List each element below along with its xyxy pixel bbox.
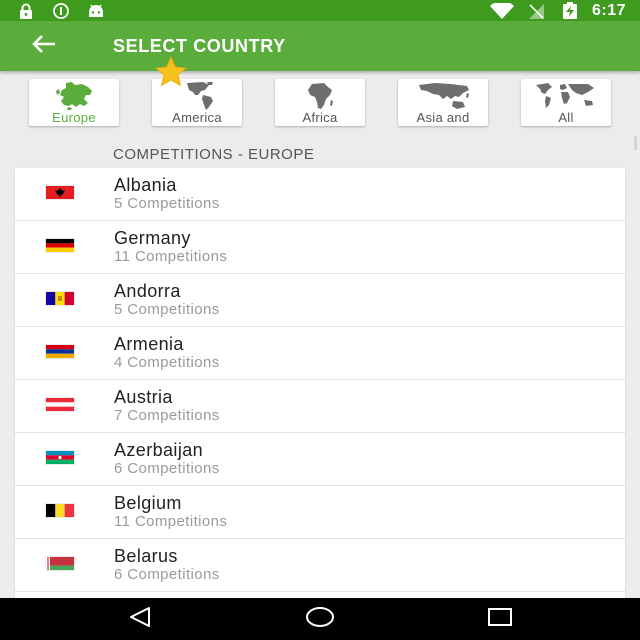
country-name: Armenia	[114, 334, 184, 354]
armenia-flag-icon	[46, 345, 74, 358]
country-name: Belarus	[114, 546, 178, 566]
germany-flag-icon	[46, 239, 74, 252]
belarus-flag-icon	[46, 557, 74, 570]
competition-count: 7 Competitions	[114, 407, 220, 424]
country-list[interactable]: Albania 5 Competitions Germany 11 Compet…	[15, 168, 625, 598]
nav-recents-button[interactable]	[480, 605, 520, 633]
list-item-andorra[interactable]: Andorra 5 Competitions	[15, 274, 625, 327]
asia-map-icon	[419, 83, 469, 109]
lock-icon	[14, 2, 38, 19]
belgium-flag-icon	[46, 504, 74, 517]
country-name: Austria	[114, 387, 173, 407]
tab-europe-label: Europe	[52, 110, 96, 125]
competition-count: 6 Competitions	[114, 460, 220, 477]
triangle-back-icon	[128, 606, 152, 633]
list-item-azerbaijan[interactable]: Azerbaijan 6 Competitions	[15, 433, 625, 486]
status-time: 6:17	[591, 2, 626, 19]
competition-count: 5 Competitions	[114, 195, 220, 212]
list-item-albania[interactable]: Albania 5 Competitions	[15, 168, 625, 221]
star-icon	[148, 56, 194, 88]
tab-europe[interactable]: Europe	[29, 79, 119, 126]
world-map-icon	[536, 83, 594, 108]
nav-back-button[interactable]	[120, 605, 160, 633]
region-tabs: Europe America Africa Asia and All	[0, 71, 640, 133]
tab-asia-label: Asia and	[416, 110, 470, 125]
austria-flag-icon	[46, 398, 74, 411]
tab-africa-label: Africa	[302, 110, 338, 125]
list-item-belarus[interactable]: Belarus 6 Competitions	[15, 539, 625, 592]
info-icon	[49, 2, 73, 19]
tab-all-label: All	[558, 110, 574, 125]
country-name: Germany	[114, 228, 191, 248]
android-icon	[84, 2, 108, 19]
app-bar: SELECT COUNTRY	[0, 21, 640, 71]
andorra-flag-icon	[46, 292, 74, 305]
country-name: Albania	[114, 175, 177, 195]
tabs-scroll-indicator	[634, 136, 637, 150]
list-item-germany[interactable]: Germany 11 Competitions	[15, 221, 625, 274]
europe-map-icon	[56, 82, 92, 110]
nav-home-button[interactable]	[300, 605, 340, 633]
page-title: SELECT COUNTRY	[113, 36, 286, 56]
section-header: COMPETITIONS - EUROPE	[113, 146, 315, 163]
tab-all[interactable]: All	[521, 79, 611, 126]
competition-count: 6 Competitions	[114, 566, 220, 583]
tab-africa[interactable]: Africa	[275, 79, 365, 126]
status-bar: 6:17	[0, 0, 640, 21]
list-item-armenia[interactable]: Armenia 4 Competitions	[15, 327, 625, 380]
africa-map-icon	[308, 83, 333, 109]
back-button[interactable]	[22, 29, 66, 63]
list-item-belgium[interactable]: Belgium 11 Competitions	[15, 486, 625, 539]
country-name: Andorra	[114, 281, 181, 301]
battery-charging-icon	[558, 2, 582, 19]
competition-count: 5 Competitions	[114, 301, 220, 318]
navigation-bar	[0, 598, 640, 640]
tab-asia[interactable]: Asia and	[398, 79, 488, 126]
circle-home-icon	[305, 606, 335, 633]
list-item-austria[interactable]: Austria 7 Competitions	[15, 380, 625, 433]
wifi-icon	[489, 2, 514, 19]
no-signal-icon	[524, 2, 548, 19]
country-name: Azerbaijan	[114, 440, 204, 460]
arrow-left-icon	[31, 34, 57, 59]
competition-count: 11 Competitions	[114, 248, 228, 265]
azerbaijan-flag-icon	[46, 451, 74, 464]
albania-flag-icon	[46, 186, 74, 199]
competition-count: 4 Competitions	[114, 354, 220, 371]
competition-count: 11 Competitions	[114, 513, 228, 530]
tab-america-label: America	[172, 110, 222, 125]
square-recents-icon	[487, 607, 513, 632]
country-name: Belgium	[114, 493, 182, 513]
